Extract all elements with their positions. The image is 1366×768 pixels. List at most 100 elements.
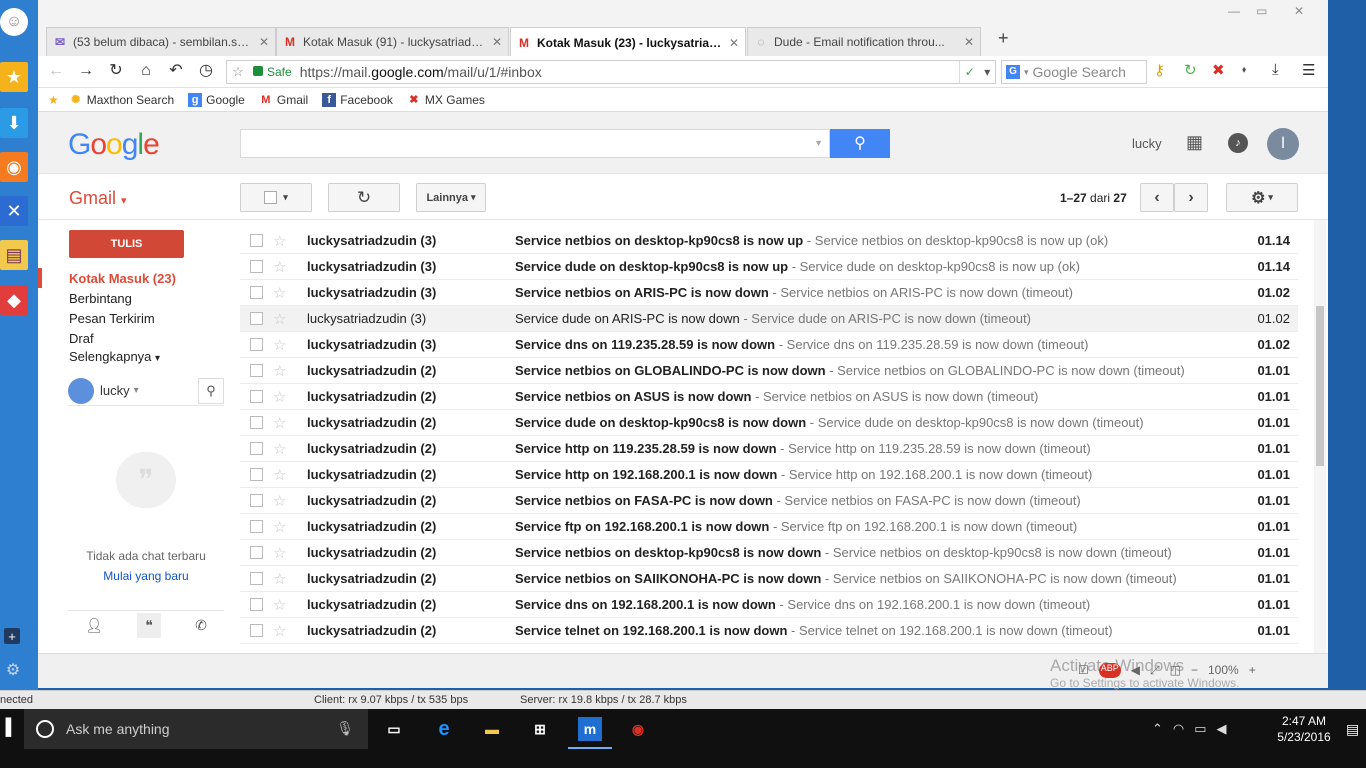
nav-drafts[interactable]: Draf xyxy=(69,331,94,346)
chevron-down-icon[interactable]: ▾ xyxy=(984,65,990,79)
star-icon[interactable]: ☆ xyxy=(273,232,293,250)
maximize-icon[interactable]: ▭ xyxy=(1256,4,1267,18)
row-checkbox[interactable] xyxy=(250,494,263,507)
row-checkbox[interactable] xyxy=(250,468,263,481)
table-row[interactable]: ☆ luckysatriadzudin (3) Service netbios on… xyxy=(240,228,1298,254)
google-icon[interactable]: G xyxy=(1006,65,1020,79)
bookmark-gmail[interactable]: M Gmail xyxy=(259,93,308,107)
key-icon[interactable]: ⚷ xyxy=(1154,61,1165,79)
row-checkbox[interactable] xyxy=(250,286,263,299)
star-icon[interactable]: ☆ xyxy=(273,258,293,276)
row-checkbox[interactable] xyxy=(250,364,263,377)
bookmark-maxthon-search[interactable]: ✺ Maxthon Search xyxy=(69,93,174,107)
smiley-icon[interactable]: ☺ xyxy=(0,8,28,36)
star-icon[interactable]: ☆ xyxy=(273,492,293,510)
gmail-brand-menu[interactable]: Gmail ▾ xyxy=(69,188,127,209)
row-checkbox[interactable] xyxy=(250,624,263,637)
row-checkbox[interactable] xyxy=(250,598,263,611)
bookmark-star-icon[interactable]: ☆ xyxy=(227,64,249,80)
select-checkbox-button[interactable]: ▾ xyxy=(240,183,312,212)
table-row[interactable]: ☆ luckysatriadzudin (3) Service netbios on… xyxy=(240,280,1298,306)
row-checkbox[interactable] xyxy=(250,312,263,325)
sync-icon[interactable]: ↻ xyxy=(1184,61,1197,79)
row-checkbox[interactable] xyxy=(250,442,263,455)
scrollbar-thumb[interactable] xyxy=(1316,306,1324,466)
download-icon[interactable]: ⤓ xyxy=(1272,61,1279,78)
back-icon[interactable]: ← xyxy=(46,61,66,81)
row-checkbox[interactable] xyxy=(250,572,263,585)
row-checkbox[interactable] xyxy=(250,338,263,351)
tab-close-icon[interactable]: ✕ xyxy=(492,35,502,49)
notifications-bell-icon[interactable]: ♪ xyxy=(1228,133,1248,153)
tab-3[interactable]: M Kotak Masuk (23) - luckysatria1... ✕ xyxy=(510,27,746,57)
settings-gear-icon[interactable]: ⚙ xyxy=(3,660,23,680)
search-button[interactable]: ⚲ xyxy=(830,129,890,158)
row-checkbox[interactable] xyxy=(250,546,263,559)
settings-button[interactable]: ⚙ ▾ xyxy=(1226,183,1298,212)
prev-page-button[interactable]: ‹ xyxy=(1140,183,1174,212)
mx-games-icon[interactable]: ✖ xyxy=(1212,61,1225,79)
star-icon[interactable]: ☆ xyxy=(273,310,293,328)
table-row[interactable]: ☆ luckysatriadzudin (3) Service dns on 119… xyxy=(240,332,1298,358)
star-icon[interactable]: ☆ xyxy=(273,466,293,484)
star-icon[interactable]: ☆ xyxy=(273,414,293,432)
row-checkbox[interactable] xyxy=(250,234,263,247)
star-icon[interactable]: ☆ xyxy=(273,388,293,406)
dude-app-icon[interactable]: ◉ xyxy=(626,717,650,741)
refresh-button[interactable]: ↻ xyxy=(328,183,400,212)
nav-inbox[interactable]: Kotak Masuk (23) xyxy=(69,271,176,286)
nav-starred[interactable]: Berbintang xyxy=(69,291,132,306)
scrollbar[interactable] xyxy=(1314,220,1326,653)
notification-icon[interactable]: ⬪ xyxy=(1242,61,1246,78)
store-icon[interactable]: ⊞ xyxy=(528,717,552,741)
adblock-icon[interactable]: ABP xyxy=(1098,663,1121,678)
star-icon[interactable]: ☆ xyxy=(273,440,293,458)
table-row[interactable]: ☆ luckysatriadzudin (2) Service http on 19… xyxy=(240,462,1298,488)
star-icon[interactable]: ☆ xyxy=(273,622,293,640)
undo-icon[interactable]: ↶ xyxy=(166,61,186,81)
favorites-star-icon[interactable]: ★ xyxy=(48,93,59,107)
tab-close-icon[interactable]: ✕ xyxy=(729,36,739,50)
add-icon[interactable]: + xyxy=(4,628,20,644)
star-icon[interactable]: ☆ xyxy=(273,544,293,562)
next-page-button[interactable]: › xyxy=(1174,183,1208,212)
address-bar[interactable]: ☆ Safe https://mail.google.com/mail/u/1/… xyxy=(226,60,996,84)
hangouts-icon[interactable]: ❝ xyxy=(137,613,161,638)
sound-icon[interactable]: ◀ xyxy=(1131,663,1140,678)
table-row[interactable]: ☆ luckysatriadzudin (2) Service netbios on… xyxy=(240,358,1298,384)
zoom-in-icon[interactable]: + xyxy=(1249,663,1256,678)
star-icon[interactable]: ☆ xyxy=(273,596,293,614)
wifi-icon[interactable]: ◠ xyxy=(1173,721,1184,737)
table-row[interactable]: ☆ luckysatriadzudin (2) Service ftp on 192… xyxy=(240,514,1298,540)
tab-close-icon[interactable]: ✕ xyxy=(964,35,974,49)
google-logo[interactable]: Google xyxy=(68,128,160,162)
chevron-down-icon[interactable]: ▾ xyxy=(1024,67,1029,78)
table-row[interactable]: ☆ luckysatriadzudin (2) Service telnet on … xyxy=(240,618,1298,644)
action-center-icon[interactable]: ▤ xyxy=(1346,721,1359,738)
file-explorer-icon[interactable]: ▬ xyxy=(480,717,504,741)
rss-icon[interactable]: ◉ xyxy=(0,152,28,182)
table-row[interactable]: ☆ luckysatriadzudin (2) Service dns on 192… xyxy=(240,592,1298,618)
reload-icon[interactable]: ↻ xyxy=(106,61,126,81)
windows-start-icon[interactable]: ▐ xyxy=(0,719,11,737)
tab-4[interactable]: ◌ Dude - Email notification throu... ✕ xyxy=(747,27,981,56)
menu-icon[interactable]: ☰ xyxy=(1302,61,1315,79)
nav-more[interactable]: Selengkapnya ▾ xyxy=(69,349,160,364)
maxthon-icon[interactable]: m xyxy=(568,717,612,749)
row-checkbox[interactable] xyxy=(250,390,263,403)
fullscreen-icon[interactable]: ⤢ xyxy=(1150,663,1160,678)
zoom-level[interactable]: 100% xyxy=(1208,663,1239,678)
microphone-icon[interactable]: 🎙︎ xyxy=(336,720,354,737)
home-icon[interactable]: ⌂ xyxy=(136,61,156,81)
table-row[interactable]: ☆ luckysatriadzudin (2) Service netbios on… xyxy=(240,566,1298,592)
star-icon[interactable]: ☆ xyxy=(273,570,293,588)
search-engine-box[interactable]: G ▾ Google Search xyxy=(1001,60,1147,84)
forward-icon[interactable]: → xyxy=(76,61,96,81)
search-icon[interactable]: ⚲ xyxy=(198,378,224,404)
row-checkbox[interactable] xyxy=(250,520,263,533)
history-icon[interactable]: ◷ xyxy=(196,61,216,81)
apps-grid-icon[interactable]: ▦ xyxy=(1186,132,1203,153)
row-checkbox[interactable] xyxy=(250,416,263,429)
star-icon[interactable]: ☆ xyxy=(273,362,293,380)
checkbox[interactable] xyxy=(264,191,278,204)
